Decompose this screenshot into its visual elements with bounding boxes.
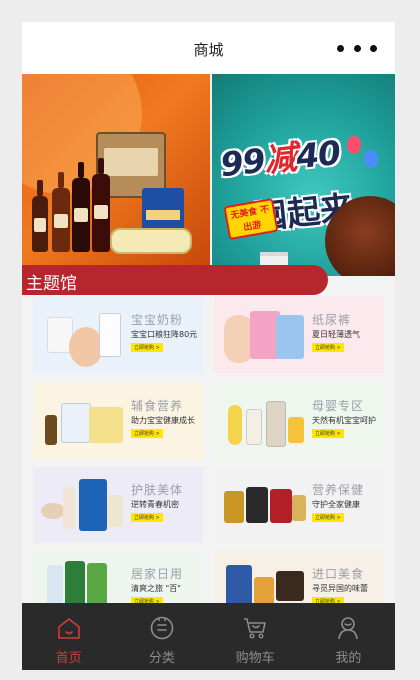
more-dots-icon[interactable] [337,42,377,54]
category-subtitle: 逆转青春机密 [131,500,179,509]
category-card-diapers[interactable]: 纸尿裤 夏日轻薄透气 立即抢购 > [214,297,384,373]
bottle-image [92,158,110,252]
shop-now-button[interactable]: 立即抢购 > [312,513,344,522]
category-subtitle: 寻觅异国的味蕾 [312,584,368,593]
bottom-tab-bar: 首页 分类 购物车 我的 [22,603,395,670]
category-subtitle: 天然有机宝宝呵护 [312,416,376,425]
section-title: 主题馆 [26,274,77,294]
user-icon [338,617,359,640]
category-title: 纸尿裤 [312,313,352,327]
cart-icon [244,618,266,639]
category-title: 母婴专区 [312,399,365,413]
category-card-skincare[interactable]: 护肤美体 逆转青春机密 立即抢购 > [33,467,203,543]
banner-slide-discount[interactable]: 99减40 囤起来 无美食 不出游 [212,74,395,276]
tab-home[interactable]: 首页 [22,603,115,670]
tab-label: 我的 [335,651,362,666]
tab-label: 分类 [148,651,175,666]
bottle-image [32,180,48,252]
category-icon [150,616,174,640]
category-title: 营养保健 [312,483,365,497]
banner-carousel[interactable]: 99减40 囤起来 无美食 不出游 [22,74,395,276]
shop-now-button[interactable]: 立即抢购 > [131,513,163,522]
shop-now-button[interactable]: 立即抢购 > [131,429,163,438]
category-subtitle: 守护全家健康 [312,500,360,509]
category-title: 进口美食 [312,567,365,581]
bottle-image [72,162,90,252]
category-card-mother-baby[interactable]: 母婴专区 天然有机宝宝呵护 立即抢购 > [214,383,384,459]
category-title: 护肤美体 [131,483,184,497]
tab-profile[interactable]: 我的 [302,603,395,670]
phone-screen: 商城 99减40 囤起来 无美食 不出游 主题馆 宝宝奶粉 宝宝口粮狂降80元 … [22,22,395,670]
tab-cart[interactable]: 购物车 [209,603,302,670]
promo-headline: 99减40 [218,132,342,185]
section-title-bar: 主题馆 [22,265,328,295]
top-header: 商城 [22,22,395,74]
shop-now-button[interactable]: 立即抢购 > [312,343,344,352]
tab-category[interactable]: 分类 [115,603,208,670]
category-subtitle: 夏日轻薄透气 [312,330,360,339]
category-subtitle: 清爽之旅 "百" [131,584,181,593]
category-subtitle: 助力宝宝健康成长 [131,416,195,425]
category-card-health[interactable]: 营养保健 守护全家健康 立即抢购 > [214,467,384,543]
category-title: 宝宝奶粉 [131,313,184,327]
category-title: 居家日用 [131,567,184,581]
tab-label: 购物车 [235,651,275,666]
home-icon [57,618,80,639]
category-card-complementary-food[interactable]: 辅食营养 助力宝宝健康成长 立即抢购 > [33,383,203,459]
category-subtitle: 宝宝口粮狂降80元 [131,330,198,339]
category-card-milk[interactable]: 宝宝奶粉 宝宝口粮狂降80元 立即抢购 > [33,297,203,373]
shop-now-button[interactable]: 立即抢购 > [131,343,163,352]
shop-now-button[interactable]: 立即抢购 > [312,429,344,438]
tab-label: 首页 [55,651,82,666]
bottle-image [110,228,192,254]
category-title: 辅食营养 [131,399,184,413]
banner-slide-wine[interactable] [22,74,210,276]
bottle-image [52,172,70,252]
